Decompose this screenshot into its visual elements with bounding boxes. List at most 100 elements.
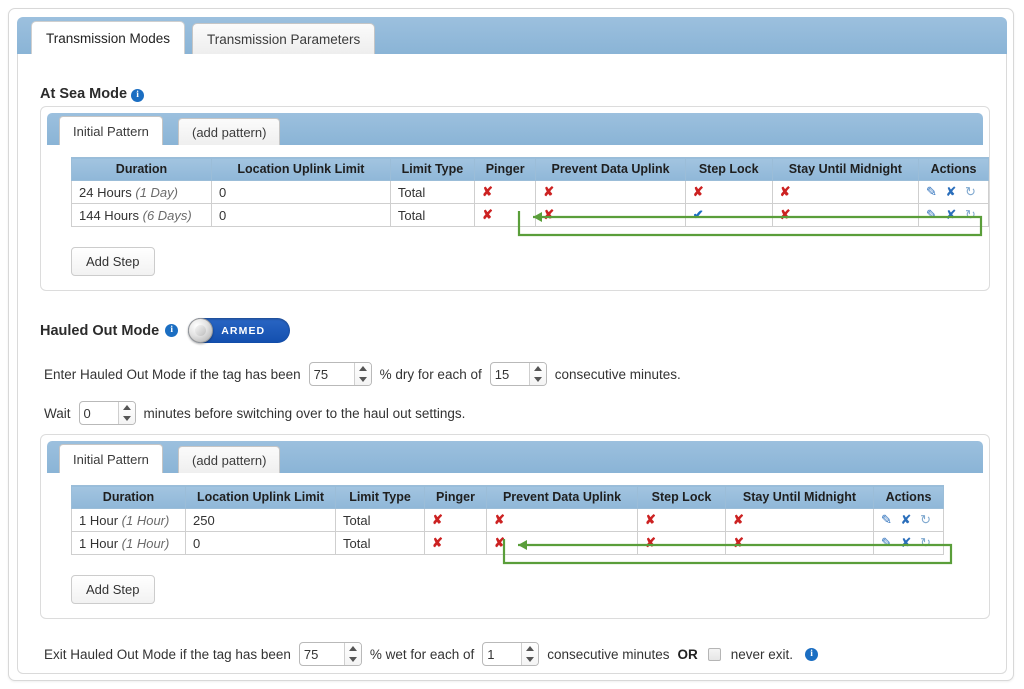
info-icon[interactable]: i [805,648,818,661]
edit-icon[interactable]: ✎ [881,512,892,528]
tab-label: Initial Pattern [73,124,149,139]
stepper-buttons[interactable] [529,363,546,385]
cell-location-uplink-limit: 0 [212,204,391,227]
stepper-down-icon[interactable] [522,654,538,665]
wet-percent-input[interactable] [300,643,344,665]
duration-paren: (1 Hour) [122,536,170,551]
cell-location-uplink-limit: 250 [186,509,336,532]
table-row: 144 Hours (6 Days) 0 Total ✘ ✘ ✔ ✘ ✎ ✘ ↻ [72,204,989,227]
dry-percent-stepper[interactable] [309,362,372,386]
exit-rule-middle: % wet for each of [370,647,474,662]
duration-paren: (6 Days) [143,208,192,223]
wet-minutes-input[interactable] [483,643,521,665]
col-stay-until-midnight: Stay Until Midnight [726,486,874,509]
cell-prevent-data-uplink: ✘ [487,532,638,555]
table-row: 24 Hours (1 Day) 0 Total ✘ ✘ ✘ ✘ ✎ ✘ ↻ [72,181,989,204]
edit-icon[interactable]: ✎ [926,207,937,223]
delete-icon[interactable]: ✘ [946,184,957,200]
tab-label: (add pattern) [192,125,266,140]
stepper-up-icon[interactable] [119,402,135,413]
edit-icon[interactable]: ✎ [881,535,892,551]
col-actions: Actions [918,158,988,181]
cell-duration: 144 Hours (6 Days) [72,204,212,227]
wet-minutes-stepper[interactable] [482,642,539,666]
tab-transmission-modes[interactable]: Transmission Modes [31,21,185,54]
or-label: OR [678,647,698,662]
info-icon[interactable]: i [131,89,144,102]
hauled-out-tab-add-pattern[interactable]: (add pattern) [178,446,280,473]
stepper-buttons[interactable] [344,643,361,665]
reset-icon[interactable]: ↻ [965,207,976,223]
armed-toggle[interactable]: ARMED [188,318,290,343]
at-sea-add-step-button[interactable]: Add Step [71,247,155,276]
col-actions: Actions [874,486,944,509]
col-location-uplink-limit: Location Uplink Limit [186,486,336,509]
at-sea-mode-title: At Sea Mode [40,86,127,102]
cell-limit-type: Total [390,181,474,204]
stepper-buttons[interactable] [118,402,135,424]
stepper-buttons[interactable] [521,643,538,665]
dry-minutes-input[interactable] [491,363,529,385]
stepper-down-icon[interactable] [530,374,546,385]
cross-icon: ✘ [733,512,744,527]
cell-step-lock: ✘ [638,532,726,555]
hauled-out-steps-table: Duration Location Uplink Limit Limit Typ… [71,485,944,555]
stepper-down-icon[interactable] [355,374,371,385]
cell-duration: 1 Hour (1 Hour) [72,509,186,532]
col-limit-type: Limit Type [336,486,425,509]
stepper-up-icon[interactable] [522,643,538,654]
edit-icon[interactable]: ✎ [926,184,937,200]
wait-minutes-input[interactable] [80,402,118,424]
delete-icon[interactable]: ✘ [946,207,957,223]
col-pinger: Pinger [425,486,487,509]
table-row: 1 Hour (1 Hour) 250 Total ✘ ✘ ✘ ✘ ✎ ✘ ↻ [72,509,944,532]
delete-icon[interactable]: ✘ [901,512,912,528]
exit-hauled-out-rule: Exit Hauled Out Mode if the tag has been… [40,642,818,666]
reset-icon[interactable]: ↻ [965,184,976,200]
cross-icon: ✘ [432,512,443,527]
dry-percent-input[interactable] [310,363,354,385]
duration-value: 1 Hour [79,513,118,528]
never-exit-checkbox[interactable] [708,648,721,661]
cross-icon: ✘ [482,184,493,199]
cross-icon: ✘ [494,535,505,550]
stepper-down-icon[interactable] [119,413,135,424]
cell-actions: ✎ ✘ ↻ [918,204,988,227]
dry-minutes-stepper[interactable] [490,362,547,386]
wait-minutes-stepper[interactable] [79,401,136,425]
hauled-out-tab-initial-pattern[interactable]: Initial Pattern [59,444,163,473]
cell-stay-until-midnight: ✘ [772,181,918,204]
cross-icon: ✘ [645,512,656,527]
tab-transmission-parameters[interactable]: Transmission Parameters [192,23,375,54]
reset-icon[interactable]: ↻ [920,512,931,528]
info-icon[interactable]: i [165,324,178,337]
stepper-down-icon[interactable] [345,654,361,665]
enter-rule-middle: % dry for each of [380,367,482,382]
cell-actions: ✎ ✘ ↻ [874,532,944,555]
hauled-out-add-step-button[interactable]: Add Step [71,575,155,604]
reset-icon[interactable]: ↻ [920,535,931,551]
at-sea-tab-add-pattern[interactable]: (add pattern) [178,118,280,145]
delete-icon[interactable]: ✘ [901,535,912,551]
duration-value: 1 Hour [79,536,118,551]
toggle-label: ARMED [221,325,265,337]
cell-limit-type: Total [336,509,425,532]
wet-percent-stepper[interactable] [299,642,362,666]
stepper-up-icon[interactable] [355,363,371,374]
cross-icon: ✘ [543,184,554,199]
col-step-lock: Step Lock [685,158,772,181]
main-window: Transmission Modes Transmission Paramete… [8,8,1014,681]
table-row: 1 Hour (1 Hour) 0 Total ✘ ✘ ✘ ✘ ✎ ✘ ↻ [72,532,944,555]
at-sea-tab-initial-pattern[interactable]: Initial Pattern [59,116,163,145]
cell-step-lock: ✘ [685,181,772,204]
stepper-up-icon[interactable] [345,643,361,654]
stepper-up-icon[interactable] [530,363,546,374]
tab-label: (add pattern) [192,453,266,468]
at-sea-steps-table: Duration Location Uplink Limit Limit Typ… [71,157,989,227]
cell-pinger: ✘ [425,532,487,555]
tab-label: Transmission Parameters [207,32,360,47]
tab-label: Initial Pattern [73,452,149,467]
enter-rule-suffix: consecutive minutes. [555,367,681,382]
wait-rule-prefix: Wait [44,406,71,421]
stepper-buttons[interactable] [354,363,371,385]
